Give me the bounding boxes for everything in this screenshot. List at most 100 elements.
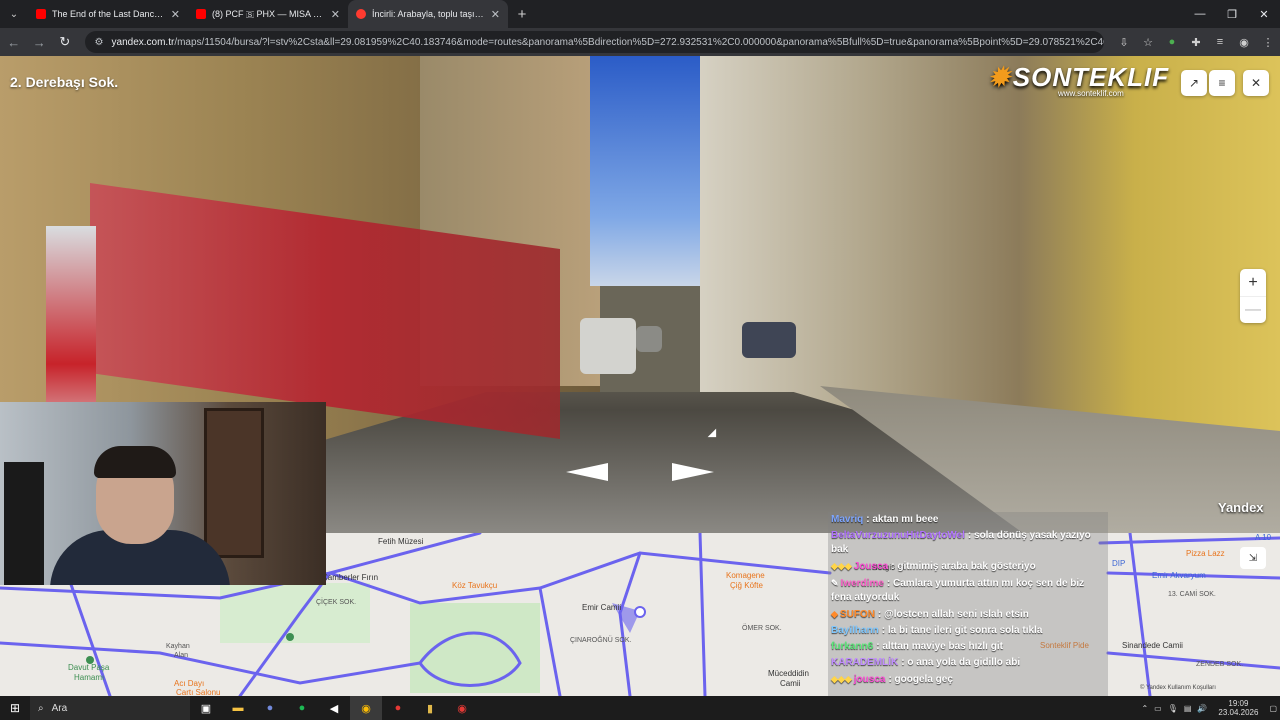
app-icon[interactable]: ▮	[414, 696, 446, 720]
open-new-window-icon[interactable]: ↗	[1181, 70, 1207, 96]
system-tray: ⌃ ▭ 🎙 ▤ 🔊 19:09 23.04.2026 ▢	[1138, 696, 1280, 720]
taskbar-search[interactable]: ⌕ Ara	[30, 696, 190, 720]
parked-car	[636, 326, 662, 352]
bookshelf	[204, 408, 264, 558]
bookmark-star-icon[interactable]: ☆	[1136, 30, 1160, 54]
park-icon	[286, 633, 294, 641]
tab-2[interactable]: (8) PCF 🇸 PHX — MISA 🇸 SU ✕	[188, 0, 348, 28]
notifications-icon[interactable]: ▢	[1269, 704, 1277, 713]
map-label: Acı Dayı	[174, 679, 205, 688]
microphone-icon[interactable]: 🎙	[1168, 704, 1178, 713]
browser-menu-icon[interactable]: ⋮	[1256, 30, 1280, 54]
zoom-in-button[interactable]: +	[1240, 269, 1266, 296]
chat-text: : @lostcen allah seni ıslah etsin	[877, 609, 1029, 620]
close-tab-icon[interactable]: ✕	[171, 8, 180, 21]
expand-map-icon[interactable]: ⇲	[1240, 547, 1266, 569]
map-pin-icon	[356, 9, 366, 19]
tab-title: (8) PCF 🇸 PHX — MISA 🇸 SU	[212, 8, 325, 19]
close-window-button[interactable]: ✕	[1248, 0, 1280, 28]
chair	[4, 462, 44, 585]
url-host: yandex.com.tr	[111, 36, 175, 48]
map-label: A 10	[1255, 533, 1272, 542]
reload-icon[interactable]: ↻	[53, 30, 77, 54]
map-label: Çiğ Köfte	[730, 581, 763, 590]
chat-text: : alttan maviye bas hızlı git	[876, 641, 1003, 652]
clock-date: 23.04.2026	[1218, 708, 1259, 717]
chat-message: ◆◆◆ Jouscа: gitmimiş araba bak gösteriyo	[828, 558, 1108, 575]
chat-username: BeltaVurzuzunuHitDaytoWel	[831, 530, 965, 541]
clock-time: 19:09	[1228, 699, 1249, 708]
navigate-right-arrow[interactable]	[672, 463, 714, 481]
tab-title: İncirli: Arabayla, toplu taşımayla	[372, 9, 485, 19]
obs-recording-icon[interactable]: ◉	[446, 696, 478, 720]
discord-icon[interactable]: ●	[254, 696, 286, 720]
profile-avatar[interactable]: ◉	[1232, 30, 1256, 54]
tab-1[interactable]: The End of the Last Dance | Mi: ✕	[28, 0, 188, 28]
obs-icon[interactable]: ●	[382, 696, 414, 720]
watermark-brand: SONTEKLIF	[1012, 62, 1170, 92]
chat-badge-icons: ✎	[831, 578, 839, 588]
tab-search-icon[interactable]: ≡	[1208, 30, 1232, 54]
chat-message: Bayilhann: la bi tane ileri git sonra so…	[828, 623, 1108, 639]
chat-badge-icons: ◆	[831, 609, 838, 619]
close-panorama-button[interactable]: ✕	[1243, 70, 1269, 96]
chat-badge-icons: ◆◆◆	[831, 561, 852, 571]
map-label: DIP	[1112, 559, 1126, 568]
map-label: ZENDEB SOK.	[1196, 661, 1244, 668]
current-position-marker	[634, 606, 646, 618]
back-icon[interactable]: ←	[2, 30, 26, 54]
address-bar[interactable]: ⚙ yandex.com.tr /maps/11504/bursa/?l=stv…	[84, 31, 1104, 53]
map-label: ÇİÇEK SOK.	[316, 599, 357, 606]
map-label: Cartı Salonu	[176, 688, 221, 696]
map-label: Komagene	[726, 571, 765, 580]
app-icon[interactable]: ◀	[318, 696, 350, 720]
sky	[590, 56, 710, 286]
extensions-puzzle-icon[interactable]: ✚	[1184, 30, 1208, 54]
chat-message: furkann6: alttan maviye bas hızlı git	[828, 639, 1108, 655]
new-tab-button[interactable]: +	[508, 0, 536, 28]
map-label: Hamamı	[74, 673, 105, 682]
windows-start-icon[interactable]: ⊞	[0, 696, 30, 720]
navigate-left-arrow[interactable]	[566, 463, 608, 481]
volume-icon[interactable]: 🔊	[1197, 704, 1207, 713]
tab-3-active[interactable]: İncirli: Arabayla, toplu taşımayla ✕	[348, 0, 508, 28]
chat-text: : la bi tane ileri git sonra sola tıkla	[881, 625, 1043, 636]
parked-car	[580, 318, 636, 374]
map-road	[538, 586, 562, 696]
chrome-icon[interactable]: ◉	[350, 696, 382, 720]
chat-username: Iwerdime	[840, 578, 884, 589]
url-path: /maps/11504/bursa/?l=stv%2Csta&ll=29.081…	[174, 36, 1104, 48]
task-view-icon[interactable]: ▣	[190, 696, 222, 720]
map-label: Köz Tavukçu	[452, 581, 498, 590]
map-label: Fetih Müzesi	[378, 537, 424, 546]
maximize-button[interactable]: ❐	[1216, 0, 1248, 28]
wifi-icon[interactable]: ▤	[1184, 704, 1192, 713]
map-road	[698, 533, 707, 696]
close-tab-icon[interactable]: ✕	[491, 8, 500, 21]
park-area	[410, 603, 540, 693]
map-label: Alan	[174, 652, 189, 659]
menu-icon[interactable]: ≡	[1209, 70, 1235, 96]
map-label: Davut Paşa	[68, 663, 110, 672]
zoom-out-button[interactable]: —	[1240, 296, 1266, 323]
yandex-logo: Yandex	[1218, 500, 1264, 515]
install-icon[interactable]: ⇩	[1112, 30, 1136, 54]
tray-overflow-icon[interactable]: ⌃	[1141, 704, 1148, 713]
site-info-icon[interactable]: ⚙	[95, 37, 104, 48]
close-tab-icon[interactable]: ✕	[331, 8, 340, 21]
forward-icon[interactable]: →	[28, 30, 52, 54]
browser-tab-bar: ⌄ The End of the Last Dance | Mi: ✕ (8) …	[0, 0, 1280, 28]
network-icon[interactable]: ▭	[1154, 704, 1162, 713]
minimize-button[interactable]: —	[1184, 0, 1216, 28]
chat-message: ◆◆◆ jousca: googela geç	[828, 671, 1108, 688]
spotify-icon[interactable]: ●	[286, 696, 318, 720]
tab-search-menu[interactable]: ⌄	[0, 0, 28, 28]
extension-shield-icon[interactable]: ●	[1160, 30, 1184, 54]
toolbar-actions: ⇩ ☆ ● ✚ ≡ ◉ ⋮	[1112, 30, 1280, 54]
clock[interactable]: 19:09 23.04.2026	[1218, 699, 1258, 717]
map-label: Camii	[780, 679, 801, 688]
file-explorer-icon[interactable]: ▬	[222, 696, 254, 720]
chat-username: Jouscа	[853, 561, 889, 572]
zoom-control: + —	[1240, 269, 1266, 323]
webcam-overlay	[0, 402, 326, 585]
